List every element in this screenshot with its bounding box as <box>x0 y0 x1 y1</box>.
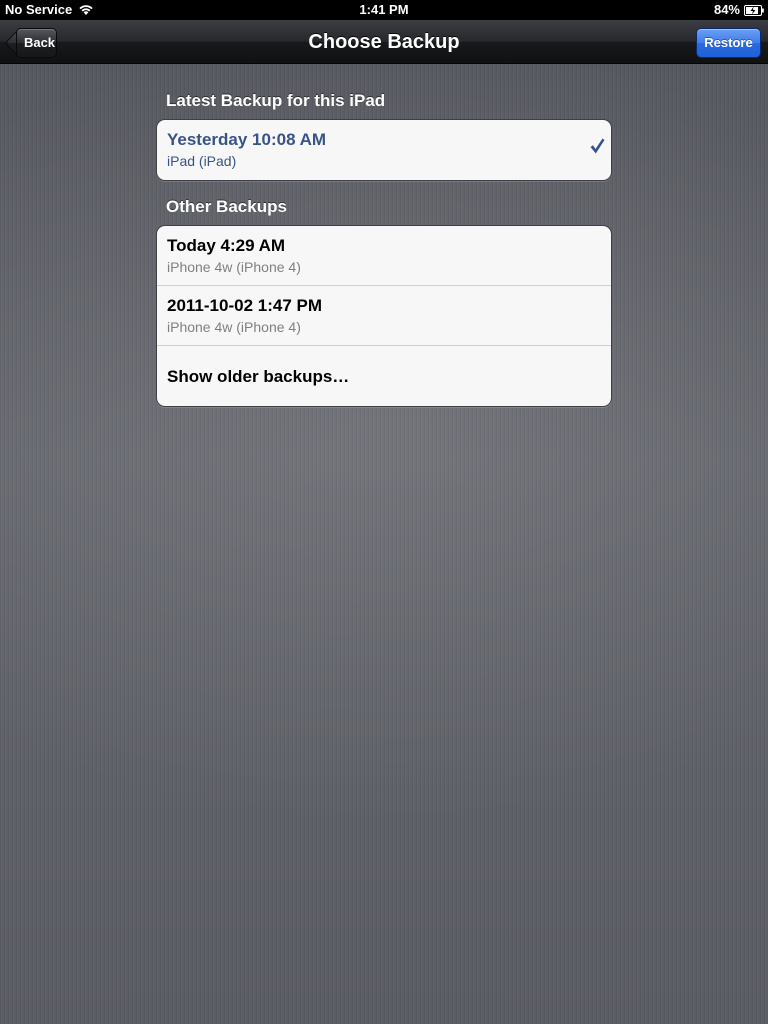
latest-backup-header: Latest Backup for this iPad <box>166 91 386 110</box>
other-backups-header: Other Backups <box>166 197 287 216</box>
checkmark-icon <box>589 137 605 155</box>
battery-icon <box>744 4 764 16</box>
backup-row-title: 2011-10-02 1:47 PM <box>167 296 322 315</box>
restore-button[interactable]: Restore <box>696 28 761 58</box>
navigation-bar: Choose Backup Back Restore <box>0 20 768 64</box>
other-backups-group: Today 4:29 AM iPhone 4w (iPhone 4) 2011-… <box>156 225 612 407</box>
back-button-container: Back <box>0 20 70 64</box>
backup-row[interactable]: Today 4:29 AM iPhone 4w (iPhone 4) <box>157 226 611 286</box>
latest-backup-group: Yesterday 10:08 AM iPad (iPad) <box>156 119 612 181</box>
backup-row-subtitle: iPhone 4w (iPhone 4) <box>167 259 301 275</box>
backup-row-title: Yesterday 10:08 AM <box>167 130 327 149</box>
back-button[interactable]: Back <box>16 28 57 58</box>
page-title: Choose Backup <box>308 31 460 53</box>
status-right: 84% <box>714 2 764 17</box>
status-bar: No Service 1:41 PM 84% <box>0 0 768 20</box>
backup-row-subtitle: iPhone 4w (iPhone 4) <box>167 319 301 335</box>
battery-percentage: 84% <box>713 2 740 17</box>
backup-row-subtitle: iPad (iPad) <box>167 153 237 169</box>
backup-row-latest[interactable]: Yesterday 10:08 AM iPad (iPad) <box>157 120 611 180</box>
status-time: 1:41 PM <box>359 2 409 17</box>
backup-row-title: Today 4:29 AM <box>167 236 286 255</box>
backup-row[interactable]: 2011-10-02 1:47 PM iPhone 4w (iPhone 4) <box>157 286 611 346</box>
show-older-backups-row[interactable]: Show older backups… <box>157 346 611 406</box>
show-older-backups-label: Show older backups… <box>167 367 350 386</box>
